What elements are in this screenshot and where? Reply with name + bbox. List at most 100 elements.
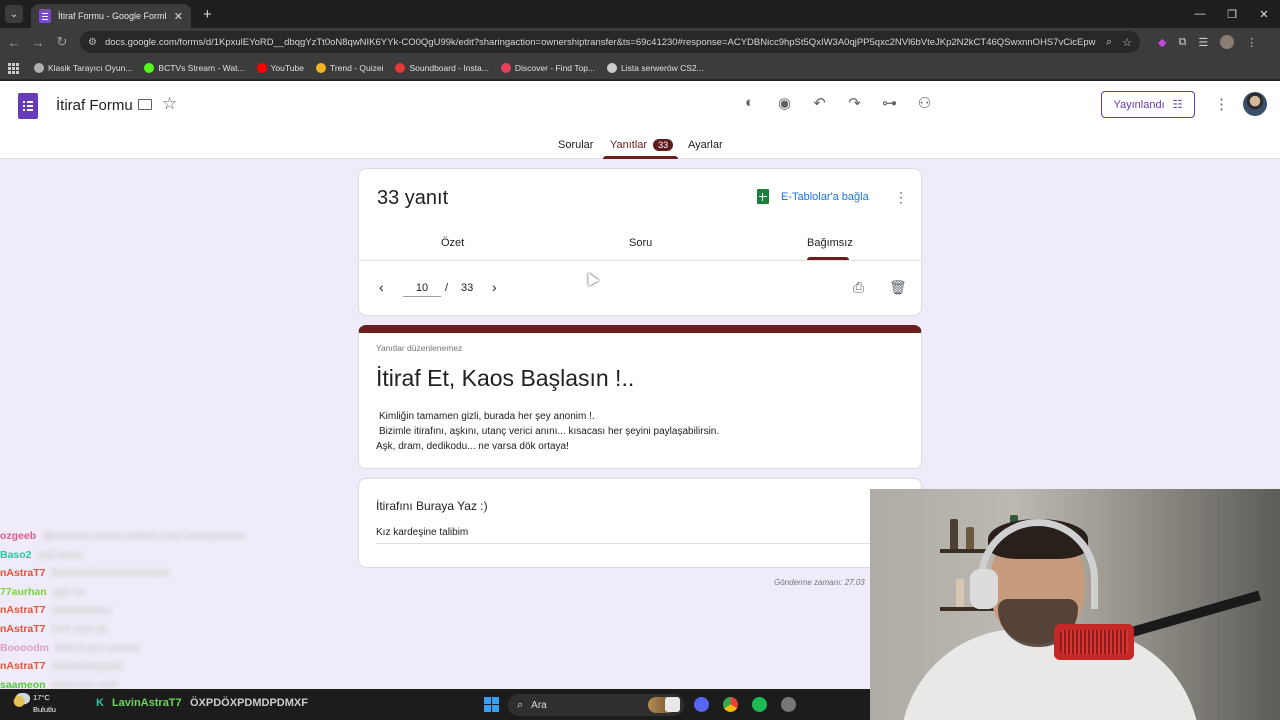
chat-text: agir oo <box>52 585 85 598</box>
bookmark-item[interactable]: Lista serwerów CS2... <box>607 62 704 73</box>
extension-icon[interactable]: ◆ <box>1158 36 1166 49</box>
description-line: Aşk, dram, dedikodu... ne varsa dök orta… <box>376 441 569 452</box>
redo-icon[interactable]: ↷ <box>837 94 872 112</box>
sheets-icon <box>757 189 769 204</box>
palette-icon[interactable]: ◐ <box>732 94 767 112</box>
star-icon[interactable]: ☆ <box>162 94 177 114</box>
bookmark-item[interactable]: BCTVs Stream - Wat... <box>144 62 245 73</box>
delete-icon[interactable]: 🗑 <box>889 279 907 296</box>
profile-avatar[interactable] <box>1220 35 1235 49</box>
add-collaborator-icon[interactable]: ⚇ <box>907 94 942 112</box>
subtab-summary[interactable]: Özet <box>441 237 464 249</box>
responses-more-icon[interactable]: ⋮ <box>894 189 908 206</box>
google-forms-logo-icon[interactable] <box>18 93 38 119</box>
tab-questions[interactable]: Sorular <box>558 139 593 151</box>
submitted-timestamp: Gönderme zamanı: 27.03 <box>774 578 865 587</box>
bookmark-item[interactable]: Klasik Tarayıcı Oyun... <box>34 62 132 73</box>
settings-gear-icon[interactable] <box>781 697 796 712</box>
current-response-input[interactable]: 10 <box>403 282 441 297</box>
url-text[interactable]: docs.google.com/forms/d/1KpxulEYoRD__dbq… <box>105 37 1096 48</box>
form-title[interactable]: İtiraf Formu <box>56 97 133 114</box>
omnibox[interactable]: ⚙ docs.google.com/forms/d/1KpxulEYoRD__d… <box>80 31 1140 53</box>
zoom-icon[interactable]: ⌕ <box>1106 36 1112 49</box>
bookmark-star-icon[interactable]: ☆ <box>1122 36 1132 49</box>
bookmark-label: Lista serwerów CS2... <box>621 62 704 73</box>
bookmark-label: BCTVs Stream - Wat... <box>158 62 245 73</box>
weather-icon[interactable] <box>12 693 30 707</box>
windows-start-icon[interactable] <box>484 697 499 712</box>
previous-response-icon[interactable]: ‹ <box>379 279 384 295</box>
file-explorer-icon[interactable] <box>665 697 680 712</box>
bookmarks-bar: Klasik Tarayıcı Oyun... BCTVs Stream - Wa… <box>0 56 1280 80</box>
chat-message: Boooodm bildi bi şey yazarız <box>0 642 300 661</box>
tab-settings[interactable]: Ayarlar <box>688 139 723 151</box>
form-heading: İtiraf Et, Kaos Başlasın !.. <box>376 365 635 391</box>
tab-responses[interactable]: Yanıtlar 33 <box>610 139 674 151</box>
form-tabs: Sorular Yanıtlar 33 Ayarlar <box>0 137 1280 159</box>
chat-text: sağ olsun <box>37 548 83 561</box>
maximize-button[interactable]: ❐ <box>1216 0 1248 28</box>
close-window-button[interactable]: ✕ <box>1248 0 1280 28</box>
tab-search-icon[interactable]: ⌄ <box>5 5 23 23</box>
subtab-individual[interactable]: Bağımsız <box>807 237 853 249</box>
search-icon: ⌕ <box>517 698 524 711</box>
windows-taskbar: 17°C Bulutlu K LavinAstraT7 ÖXPDÖXPDMDPDM… <box>0 689 870 720</box>
tab-responses-label: Yanıtlar <box>610 139 648 151</box>
chrome-icon[interactable] <box>723 697 738 712</box>
bookmark-favicon-icon <box>395 62 406 73</box>
chat-message: nAstraT7 Aaaaaaaaaa <box>0 604 300 623</box>
chat-message: nAstraT7 Çok ayıp ya <box>0 623 300 642</box>
webcam-overlay <box>870 489 1280 720</box>
tune-icon: ☷ <box>1172 99 1183 111</box>
responses-not-editable-notice: Yanıtlar düzenlenemez <box>376 343 463 353</box>
extensions-puzzle-icon[interactable]: ⧉ <box>1178 36 1186 49</box>
minimize-button[interactable]: — <box>1184 0 1216 28</box>
bookmark-favicon-icon <box>315 62 326 73</box>
user-avatar[interactable] <box>1243 92 1267 116</box>
chat-message: nAstraT7 Jkosnsksjsjsjsk <box>0 660 300 679</box>
preview-eye-icon[interactable]: ◉ <box>767 94 802 112</box>
chat-text: @sezoma sanam oldden seal hulanyarman <box>42 530 245 542</box>
stream-chat-overlay: ozgeeb @sezoma sanam oldden seal hulanyar… <box>0 530 300 697</box>
discord-icon[interactable] <box>694 697 709 712</box>
link-icon[interactable]: ⊶ <box>872 94 907 112</box>
chat-message: 77aurhan agir oo <box>0 586 300 605</box>
chat-text: Bahahahahahahahahaha <box>51 567 170 580</box>
forward-arrow-icon[interactable]: → <box>26 30 50 54</box>
bookmark-item[interactable]: Discover - Find Top... <box>500 62 595 73</box>
new-tab-button[interactable]: + <box>203 6 212 23</box>
next-response-icon[interactable]: › <box>492 279 497 295</box>
taskbar-search[interactable]: ⌕ Ara <box>508 694 684 716</box>
bookmark-favicon-icon <box>607 62 618 73</box>
form-description: Kimliğin tamamen gizli, burada her şey a… <box>376 409 719 454</box>
chat-username: ozgeeb <box>0 530 37 542</box>
response-pager: ‹ 10 / 33 › ⎙ 🗑 <box>359 261 921 316</box>
apps-grid-icon[interactable] <box>8 62 19 74</box>
subtab-question[interactable]: Soru <box>629 237 652 249</box>
undo-icon[interactable]: ↶ <box>802 94 837 112</box>
responses-count-badge: 33 <box>653 139 674 151</box>
browser-menu-icon[interactable]: ⋮ <box>1246 36 1257 49</box>
bookmark-item[interactable]: Trend - Quizei <box>315 62 383 73</box>
spotify-icon[interactable] <box>752 697 767 712</box>
back-arrow-icon[interactable]: ← <box>2 30 26 54</box>
published-button[interactable]: Yayınlandı ☷ <box>1101 91 1195 118</box>
weather-temperature: 17°C <box>33 693 50 702</box>
chat-username: Baso2 <box>0 548 32 561</box>
bookmark-item[interactable]: YouTube <box>256 62 304 73</box>
print-icon[interactable]: ⎙ <box>853 279 864 296</box>
folder-icon[interactable] <box>138 99 152 110</box>
bookmark-favicon-icon <box>34 62 44 73</box>
tab-close-icon[interactable]: ✕ <box>174 10 183 23</box>
bookmark-item[interactable]: Soundboard - Insta... <box>395 62 489 73</box>
browser-tab[interactable]: İtiraf Formu - Google Formlar ✕ <box>31 4 191 28</box>
chat-ticker-message: ÖXPDÖXPDMDPDMXF <box>190 697 308 709</box>
reading-list-icon[interactable]: ☰ <box>1198 36 1208 49</box>
link-to-sheets-button[interactable]: E-Tablolar'a bağla <box>757 189 869 204</box>
reload-icon[interactable]: ↻ <box>50 30 74 54</box>
bookmark-label: YouTube <box>270 62 304 73</box>
published-label: Yayınlandı <box>1113 98 1165 111</box>
more-options-icon[interactable]: ⋮ <box>1214 95 1229 113</box>
site-info-icon[interactable]: ⚙ <box>88 37 97 48</box>
question-answer: Kız kardeşine talibim <box>376 527 904 544</box>
